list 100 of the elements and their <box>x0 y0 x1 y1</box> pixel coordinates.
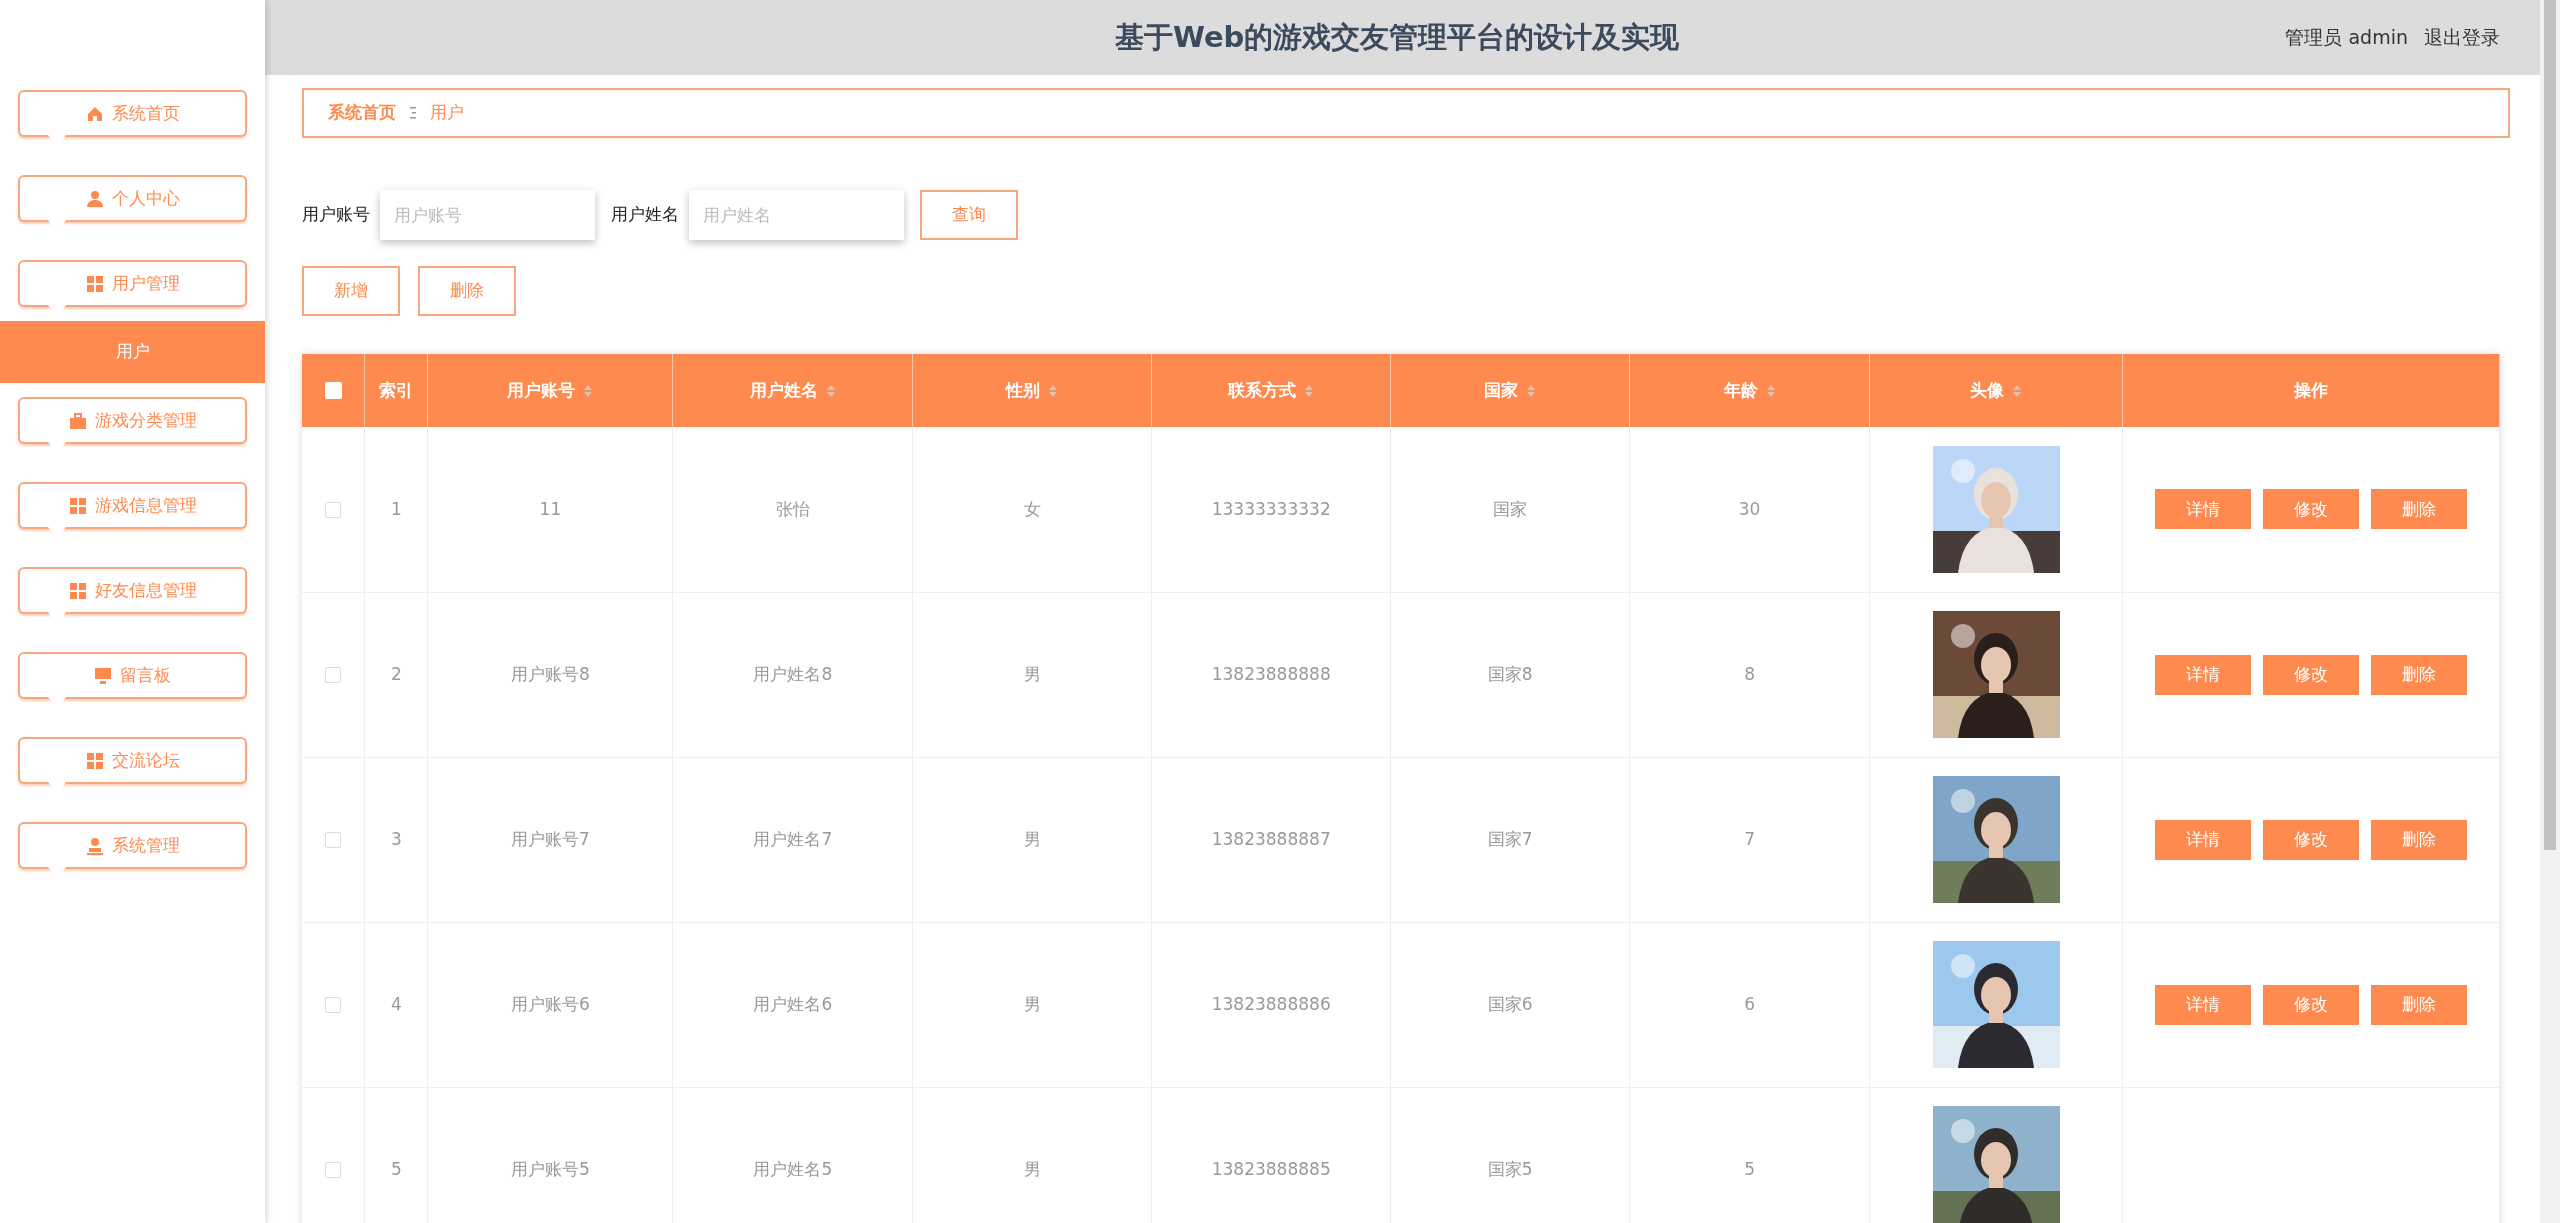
sidebar-label: 好友信息管理 <box>94 578 197 602</box>
table-cell: 3 <box>391 828 402 849</box>
sort-icon <box>1048 383 1059 398</box>
home-icon <box>85 104 104 123</box>
grid-icon <box>68 496 87 515</box>
table-cell: 国家7 <box>1487 828 1533 849</box>
row-checkbox[interactable] <box>325 501 342 518</box>
breadcrumb-item[interactable]: 用户 <box>430 100 464 126</box>
table-cell: 用户姓名7 <box>753 828 833 849</box>
sort-header[interactable]: 国家 <box>1484 377 1537 404</box>
table-cell: 6 <box>1744 993 1755 1014</box>
select-all-checkbox[interactable] <box>324 382 342 400</box>
logout-link[interactable]: 退出登录 <box>2424 23 2500 52</box>
table-cell: 13333333332 <box>1211 498 1331 519</box>
table-cell: 13823888888 <box>1211 663 1331 684</box>
sidebar-label: 系统首页 <box>111 101 180 125</box>
sort-icon <box>1304 383 1315 398</box>
search-field[interactable]: 用户姓名 <box>689 190 904 240</box>
sidebar-label: 留言板 <box>120 663 171 687</box>
table-cell: 13823888886 <box>1211 993 1331 1014</box>
sort-header[interactable]: 用户姓名 <box>749 377 836 404</box>
edit-button[interactable]: 修改 <box>2263 489 2359 530</box>
table-cell: 用户姓名8 <box>753 663 833 684</box>
grid-icon <box>85 274 104 293</box>
scrollbar-thumb[interactable] <box>2544 0 2556 850</box>
detail-button[interactable]: 详情 <box>2155 654 2251 695</box>
detail-button[interactable]: 详情 <box>2155 489 2251 530</box>
table-cell: 用户账号8 <box>511 663 590 684</box>
table-cell: 2 <box>391 663 402 684</box>
grid-icon <box>68 581 87 600</box>
search-button[interactable]: 查询 <box>920 190 1018 240</box>
delete-button[interactable]: 删除 <box>2371 654 2467 695</box>
table-cell: 男 <box>1023 1158 1041 1179</box>
scrollbar[interactable] <box>2540 0 2560 1223</box>
detail-button[interactable]: 详情 <box>2155 984 2251 1025</box>
sort-icon <box>1526 383 1537 398</box>
sort-header[interactable]: 用户账号 <box>507 377 594 404</box>
table-cell: 用户账号5 <box>511 1158 590 1179</box>
detail-button[interactable]: 详情 <box>2155 819 2251 860</box>
field-label: 用户账号 <box>302 203 370 227</box>
delete-button[interactable]: 删除 <box>2371 984 2467 1025</box>
table-cell: 5 <box>1744 1158 1755 1179</box>
sort-header[interactable]: 头像 <box>1970 377 2022 404</box>
sidebar-subitem[interactable]: 用户 <box>0 321 265 383</box>
sort-header[interactable]: 性别 <box>1006 377 1059 404</box>
table-cell: 7 <box>1744 828 1755 849</box>
table-cell: 8 <box>1744 663 1755 684</box>
table-cell: 男 <box>1023 828 1041 849</box>
table-cell: 用户账号6 <box>511 993 590 1014</box>
sort-header[interactable]: 年龄 <box>1723 377 1776 404</box>
separator-icon <box>408 106 418 120</box>
breadcrumb-item[interactable]: 系统首页 <box>328 100 396 126</box>
delete-button[interactable]: 删除 <box>2371 819 2467 860</box>
sidebar-label: 系统管理 <box>111 833 180 857</box>
table-cell: 5 <box>391 1158 402 1179</box>
table-cell: 13823888887 <box>1211 828 1331 849</box>
table-cell: 4 <box>391 993 402 1014</box>
table-cell: 用户账号7 <box>511 828 590 849</box>
user-icon <box>85 189 104 208</box>
table-cell: 30 <box>1738 498 1761 519</box>
edit-button[interactable]: 修改 <box>2263 984 2359 1025</box>
briefcase-icon <box>68 411 87 430</box>
sort-icon <box>825 383 836 398</box>
sort-header[interactable]: 联系方式 <box>1228 377 1315 404</box>
column-header: 操作 <box>2294 378 2328 402</box>
add-button[interactable]: 新增 <box>302 266 400 316</box>
sort-icon <box>2012 383 2022 398</box>
table-cell: 国家5 <box>1487 1158 1533 1179</box>
table-cell: 女 <box>1023 498 1041 519</box>
row-checkbox[interactable] <box>325 1161 342 1178</box>
delete-button[interactable]: 删除 <box>2371 489 2467 530</box>
table-cell: 国家 <box>1493 498 1528 519</box>
edit-button[interactable]: 修改 <box>2263 654 2359 695</box>
table-cell: 13823888885 <box>1211 1158 1331 1179</box>
table-cell: 张怡 <box>775 498 810 519</box>
sidebar-label: 游戏信息管理 <box>94 493 197 517</box>
delete-button[interactable]: 删除 <box>418 266 516 316</box>
user-stamp-icon <box>85 836 104 855</box>
sidebar-label: 交流论坛 <box>111 748 180 772</box>
field-label: 用户姓名 <box>611 203 679 227</box>
search-field[interactable]: 用户账号 <box>380 190 595 240</box>
row-checkbox[interactable] <box>325 996 342 1013</box>
column-header: 索引 <box>379 378 414 402</box>
row-checkbox[interactable] <box>325 831 342 848</box>
edit-button[interactable]: 修改 <box>2263 819 2359 860</box>
grid-icon <box>85 751 104 770</box>
sidebar-label: 游戏分类管理 <box>94 408 197 432</box>
sidebar-label: 个人中心 <box>111 186 180 210</box>
table-cell: 用户姓名5 <box>753 1158 833 1179</box>
table-cell: 用户姓名6 <box>753 993 833 1014</box>
table-cell: 男 <box>1023 663 1041 684</box>
table-cell: 国家6 <box>1487 993 1533 1014</box>
page-title: 基于Web的游戏交友管理平台的设计及实现 <box>1115 18 1680 56</box>
monitor-icon <box>94 666 112 685</box>
user-label: 管理员 admin <box>2285 25 2408 51</box>
sort-icon <box>583 383 594 398</box>
sort-icon <box>1765 383 1776 398</box>
row-checkbox[interactable] <box>325 666 342 683</box>
table-cell: 男 <box>1023 993 1041 1014</box>
table-cell: 1 <box>391 498 402 519</box>
